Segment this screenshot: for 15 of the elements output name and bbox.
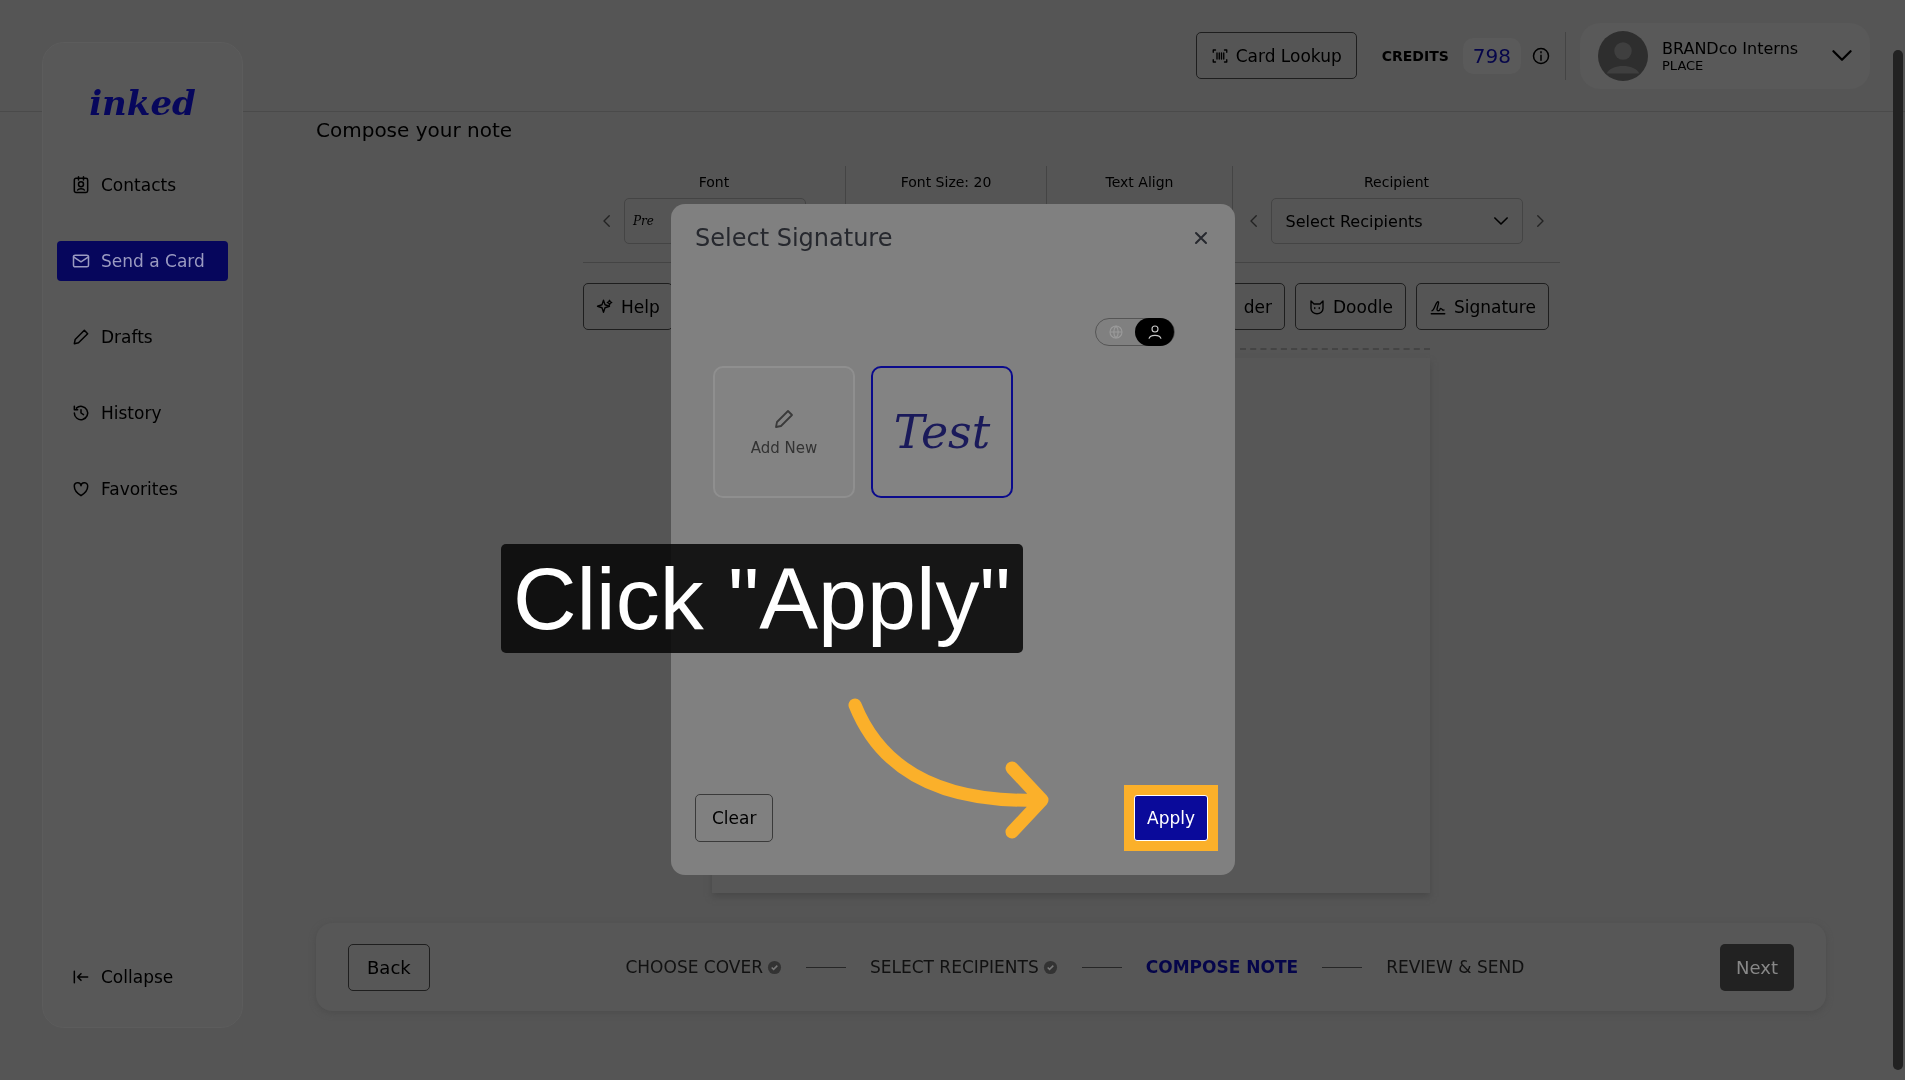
recipient-label: Recipient	[1363, 174, 1430, 190]
user-name: BRANDco Interns	[1662, 38, 1800, 58]
instruction-callout: Click "Apply"	[501, 544, 1023, 653]
dialog-title: Select Signature	[695, 224, 893, 252]
font-size-label: Font Size: 20	[900, 174, 992, 190]
user-place: PLACE	[1662, 57, 1705, 73]
step-label: REVIEW & SEND	[1386, 957, 1525, 977]
page-title: Compose your note	[316, 118, 514, 142]
text-align-label: Text Align	[1105, 174, 1174, 190]
step-label: CHOOSE COVER	[625, 957, 782, 977]
step-label: COMPOSE NOTE	[1145, 957, 1299, 977]
credits-label: CREDITS	[1381, 47, 1449, 64]
step-label: SELECT RECIPIENTS	[869, 957, 1058, 977]
font-label: Font	[698, 174, 730, 190]
credits-count: 798	[1462, 37, 1521, 74]
